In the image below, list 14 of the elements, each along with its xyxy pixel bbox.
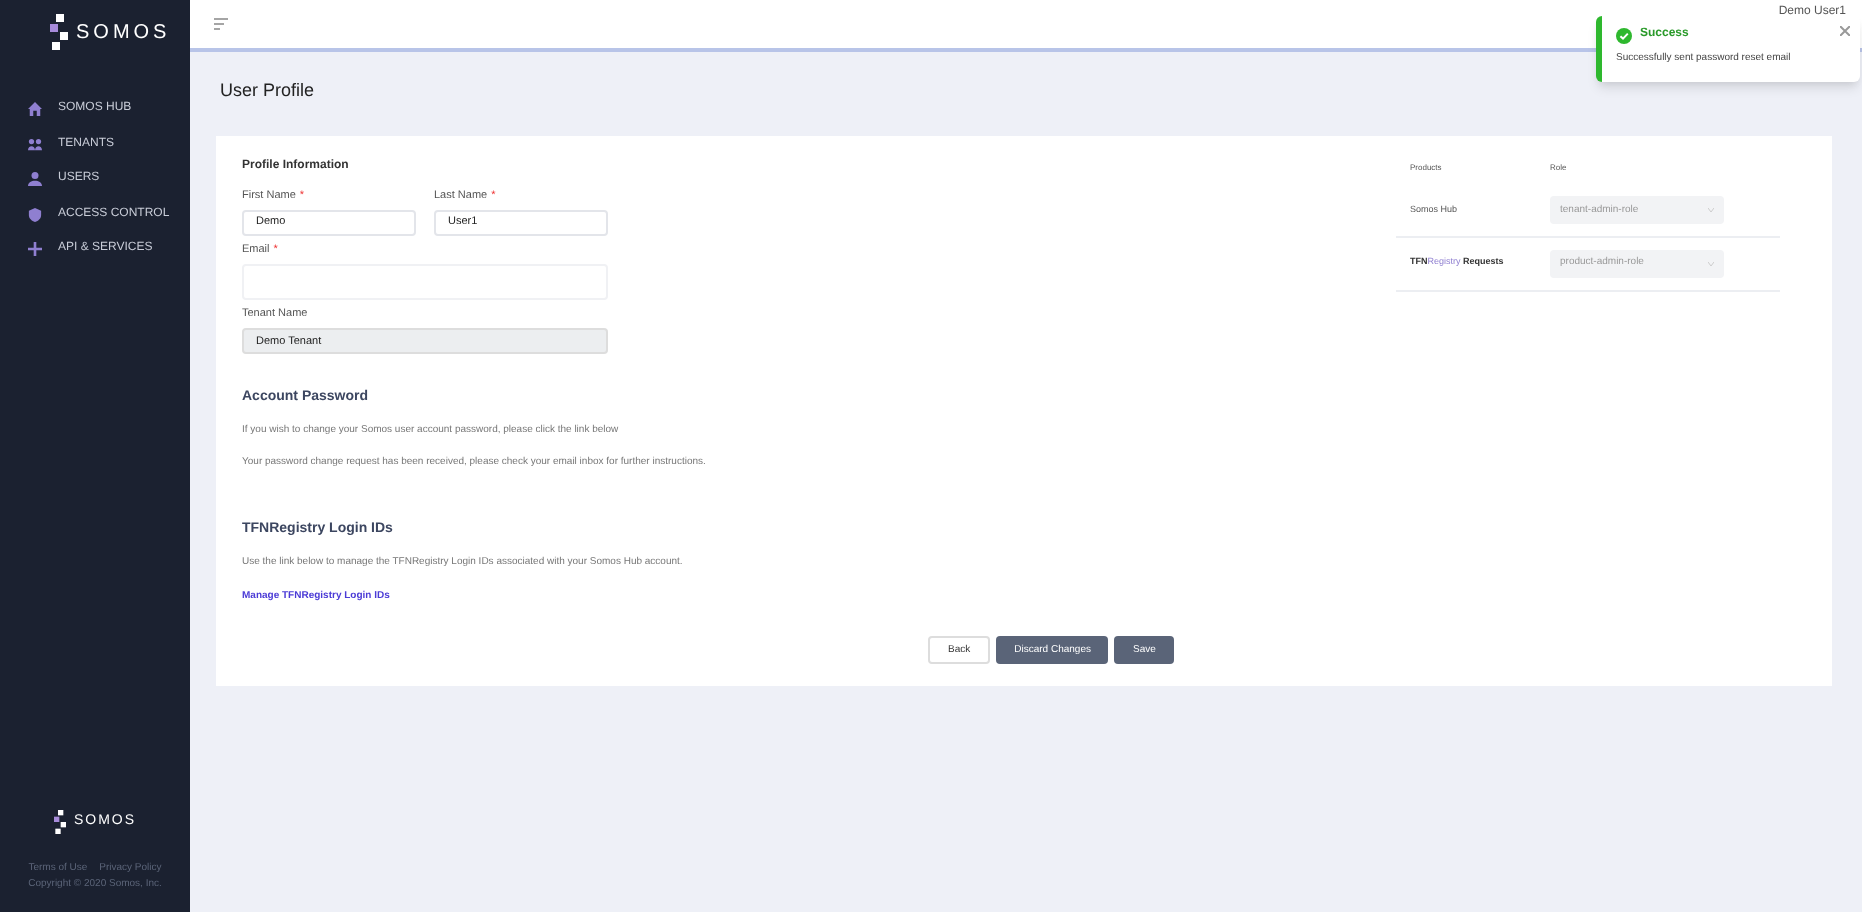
close-icon[interactable]	[1840, 26, 1850, 36]
chevron-down-icon	[1708, 208, 1714, 213]
user-icon	[28, 172, 42, 187]
menu-icon[interactable]	[214, 18, 228, 30]
page-title: User Profile	[220, 78, 317, 104]
logo-icon	[50, 14, 68, 50]
chevron-down-icon	[1708, 261, 1714, 266]
logo-icon	[53, 810, 66, 834]
home-icon	[28, 102, 42, 117]
logo-text: SOMOS	[76, 19, 171, 47]
group-icon	[28, 137, 42, 152]
check-icon	[1616, 27, 1632, 43]
shield-icon	[28, 207, 42, 222]
plus-icon	[28, 242, 42, 257]
